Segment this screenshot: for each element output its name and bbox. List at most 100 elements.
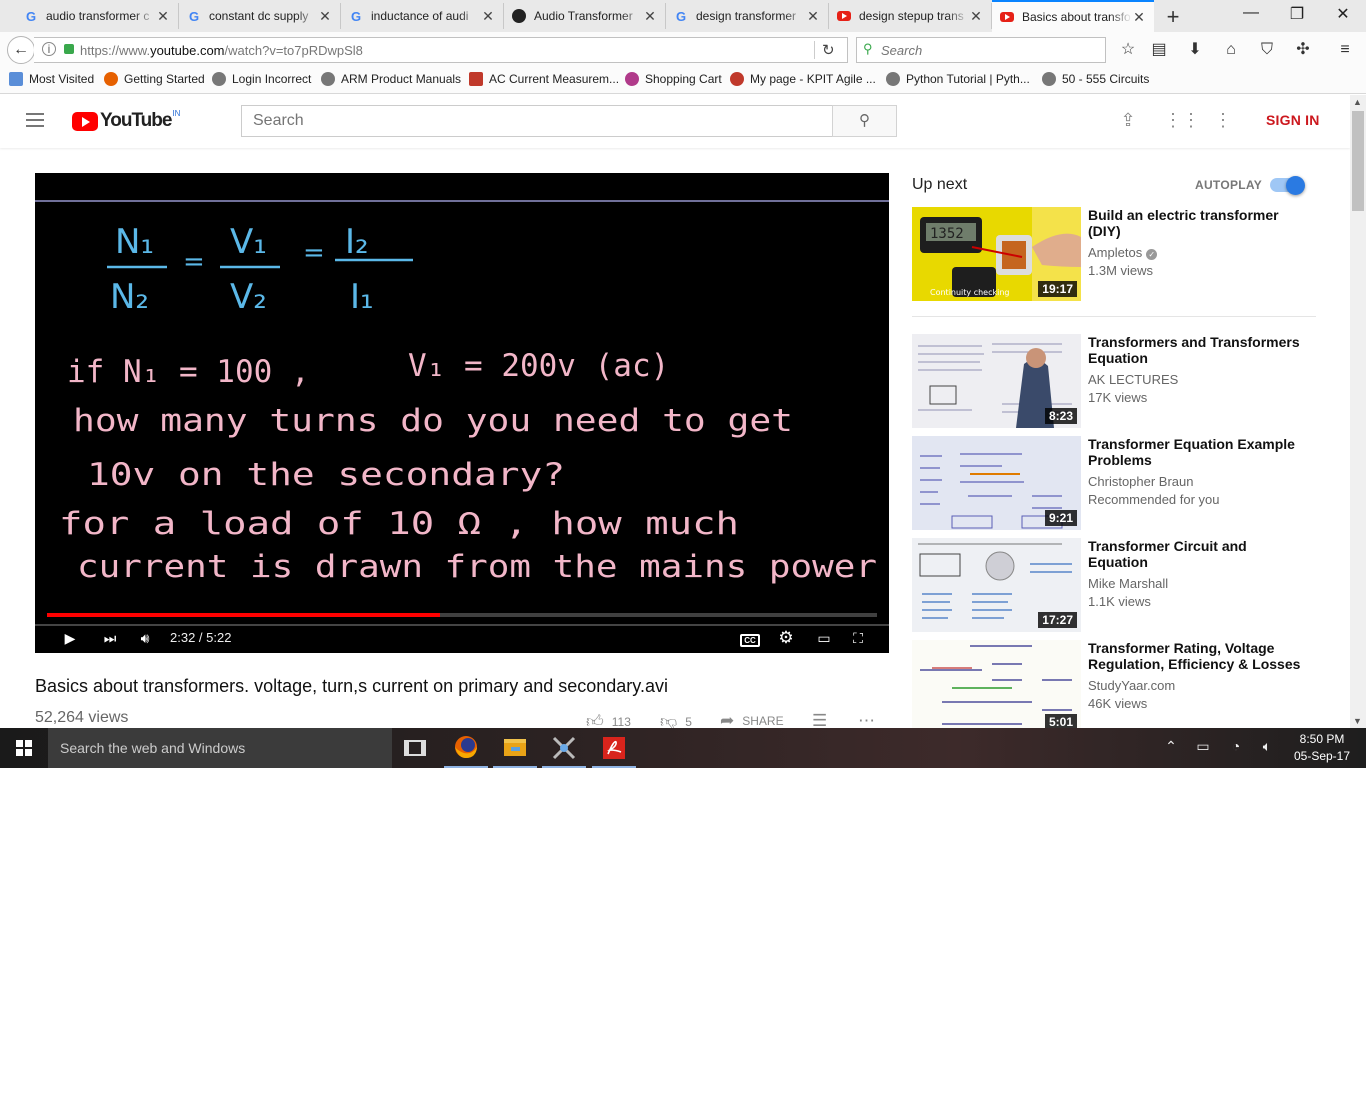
channel-name[interactable]: Christopher Braun	[1088, 474, 1194, 489]
video-player[interactable]: N₁ V₁ I₂ N₂ V₂ I₁ = = if N₁ = 100 , V₁ =…	[35, 173, 889, 653]
menu-icon[interactable]: ≡	[1334, 40, 1356, 60]
progress-bar[interactable]	[47, 613, 877, 617]
guide-menu-icon[interactable]	[26, 113, 46, 129]
firefox-taskbar-button[interactable]	[442, 728, 490, 768]
channel-name[interactable]: Ampletos ✓	[1088, 245, 1158, 260]
address-bar[interactable]: i https://www.youtube.com/watch?v=to7pRD…	[34, 37, 848, 63]
restore-icon[interactable]: ❐	[1282, 4, 1312, 24]
download-icon[interactable]: ⬇	[1184, 40, 1206, 60]
close-tab-icon[interactable]: ✕	[1132, 9, 1146, 26]
reload-icon[interactable]: ↻	[822, 41, 835, 59]
theater-mode-icon[interactable]: ▭	[812, 627, 836, 649]
pocket-icon[interactable]: ⛉	[1256, 40, 1278, 60]
file-explorer-taskbar-button[interactable]	[491, 728, 539, 768]
bookmark-shopping-cart[interactable]: Shopping Cart	[625, 72, 722, 86]
battery-icon[interactable]: ▭	[1192, 738, 1214, 755]
channel-name[interactable]: StudyYaar.com	[1088, 678, 1175, 693]
browser-search-box[interactable]: ⚲	[856, 37, 1106, 63]
system-clock[interactable]: 8:50 PM 05-Sep-17	[1286, 731, 1358, 765]
dislike-button[interactable]: 👎︎ 5	[660, 711, 692, 728]
back-button[interactable]: ←	[7, 36, 35, 64]
youtube-search-input[interactable]	[242, 106, 832, 136]
url-text[interactable]: https://www.youtube.com/watch?v=to7pRDwp…	[80, 43, 363, 58]
recommendation-title[interactable]: Transformer Equation Example Problems	[1088, 436, 1303, 468]
fullscreen-icon[interactable]: ⛶	[847, 627, 869, 649]
tab-constant-dc-supply[interactable]: G constant dc supply ✕	[179, 3, 341, 29]
captions-button[interactable]: CC	[737, 627, 763, 649]
bookmark-555-circuits[interactable]: 50 - 555 Circuits	[1042, 72, 1149, 86]
recommendation-item[interactable]: 5:01 Transformer Rating, Voltage Regulat…	[912, 640, 1316, 728]
close-window-icon[interactable]: ✕	[1328, 4, 1358, 24]
minimize-icon[interactable]: —	[1236, 4, 1266, 22]
close-tab-icon[interactable]: ✕	[156, 8, 170, 25]
autoplay-toggle[interactable]	[1270, 176, 1306, 195]
video-thumbnail[interactable]: 8:23	[912, 334, 1081, 428]
bookmark-python-tutorial[interactable]: Python Tutorial | Pyth...	[886, 72, 1030, 86]
volume-icon[interactable]: 🔊︎	[134, 627, 156, 649]
wifi-icon[interactable]: ◔	[1225, 738, 1247, 754]
youtube-search-box[interactable]	[241, 105, 833, 137]
close-tab-icon[interactable]: ✕	[806, 8, 820, 25]
page-scrollbar[interactable]: ▲ ▼	[1350, 95, 1366, 728]
tab-design-transformer[interactable]: G design transformer ✕	[666, 3, 829, 29]
add-to-playlist-button[interactable]: ☰	[812, 711, 835, 728]
next-icon[interactable]: ⏭	[99, 627, 121, 649]
more-actions-button[interactable]: ⋯	[858, 711, 883, 728]
tab-audio-transformer-site[interactable]: Audio Transformer ✕	[504, 3, 666, 29]
video-thumbnail[interactable]: 17:27	[912, 538, 1081, 632]
share-button[interactable]: ➦ SHARE	[720, 711, 784, 728]
bookmark-ac-current[interactable]: AC Current Measurem...	[469, 72, 619, 86]
pdf-reader-taskbar-button[interactable]	[590, 728, 638, 768]
bookmark-login-incorrect[interactable]: Login Incorrect	[212, 72, 311, 86]
recommendation-title[interactable]: Transformer Circuit and Equation	[1088, 538, 1303, 570]
channel-name[interactable]: Mike Marshall	[1088, 576, 1168, 591]
bookmark-getting-started[interactable]: Getting Started	[104, 72, 205, 86]
recommendation-title[interactable]: Transformers and Transformers Equation	[1088, 334, 1303, 366]
settings-gear-icon[interactable]: ⚙	[775, 627, 797, 649]
taskbar-search-box[interactable]: Search the web and Windows	[48, 728, 392, 768]
close-tab-icon[interactable]: ✕	[969, 8, 983, 25]
video-thumbnail[interactable]: 5:01	[912, 640, 1081, 728]
bookmark-star-icon[interactable]: ☆	[1117, 40, 1139, 60]
video-thumbnail[interactable]: 1352 Continuity checking 19:17	[912, 207, 1081, 301]
bookmark-arm-product-manuals[interactable]: ARM Product Manuals	[321, 72, 461, 86]
tab-basics-about-transformers[interactable]: Basics about transfo ✕	[992, 0, 1154, 32]
scrollbar-thumb[interactable]	[1352, 111, 1364, 211]
close-tab-icon[interactable]: ✕	[643, 8, 657, 25]
bookmark-most-visited[interactable]: Most Visited	[9, 72, 94, 86]
close-tab-icon[interactable]: ✕	[481, 8, 495, 25]
new-tab-button[interactable]: +	[1160, 4, 1186, 30]
bookmark-kpit-agile[interactable]: My page - KPIT Agile ...	[730, 72, 876, 86]
channel-name[interactable]: AK LECTURES	[1088, 372, 1178, 387]
recommendation-item[interactable]: 17:27 Transformer Circuit and Equation M…	[912, 538, 1316, 633]
volume-tray-icon[interactable]: 🔈︎	[1256, 738, 1278, 755]
scroll-down-icon[interactable]: ▼	[1353, 716, 1362, 726]
start-button[interactable]	[0, 728, 48, 768]
tab-design-stepup[interactable]: design stepup trans ✕	[829, 3, 992, 29]
youtube-search-button[interactable]: ⚲	[832, 105, 897, 137]
home-icon[interactable]: ⌂	[1220, 40, 1242, 60]
search-engine-icon[interactable]: ⚲	[863, 41, 873, 57]
recommendation-item[interactable]: 8:23 Transformers and Transformers Equat…	[912, 334, 1316, 429]
tab-inductance-of-audio[interactable]: G inductance of audi ✕	[341, 3, 504, 29]
like-button[interactable]: 👍︎ 113	[586, 711, 631, 728]
info-icon[interactable]: i	[42, 42, 56, 56]
scroll-up-icon[interactable]: ▲	[1353, 97, 1362, 107]
show-hidden-icons-icon[interactable]: ⌃	[1160, 738, 1182, 755]
app-taskbar-button[interactable]	[540, 728, 588, 768]
tab-audio-transformer[interactable]: G audio transformer c ✕	[16, 3, 179, 29]
extension-icon[interactable]: ✣	[1292, 40, 1314, 60]
recommendation-item[interactable]: 9:21 Transformer Equation Example Proble…	[912, 436, 1316, 531]
apps-grid-icon[interactable]: ⋮⋮	[1164, 110, 1200, 131]
recommendation-title[interactable]: Transformer Rating, Voltage Regulation, …	[1088, 640, 1303, 672]
recommendation-title[interactable]: Build an electric transformer (DIY)	[1088, 207, 1303, 239]
upload-icon[interactable]: ⇪	[1116, 110, 1140, 131]
more-vert-icon[interactable]: ⋮	[1211, 110, 1235, 131]
video-thumbnail[interactable]: 9:21	[912, 436, 1081, 530]
play-icon[interactable]: ▶	[59, 627, 81, 649]
reading-list-icon[interactable]: ▤	[1148, 40, 1170, 60]
browser-search-input[interactable]	[881, 41, 1081, 59]
sign-in-button[interactable]: SIGN IN	[1266, 112, 1320, 128]
task-view-icon[interactable]	[404, 740, 426, 756]
recommendation-item[interactable]: 1352 Continuity checking 19:17 Build an …	[912, 207, 1316, 302]
